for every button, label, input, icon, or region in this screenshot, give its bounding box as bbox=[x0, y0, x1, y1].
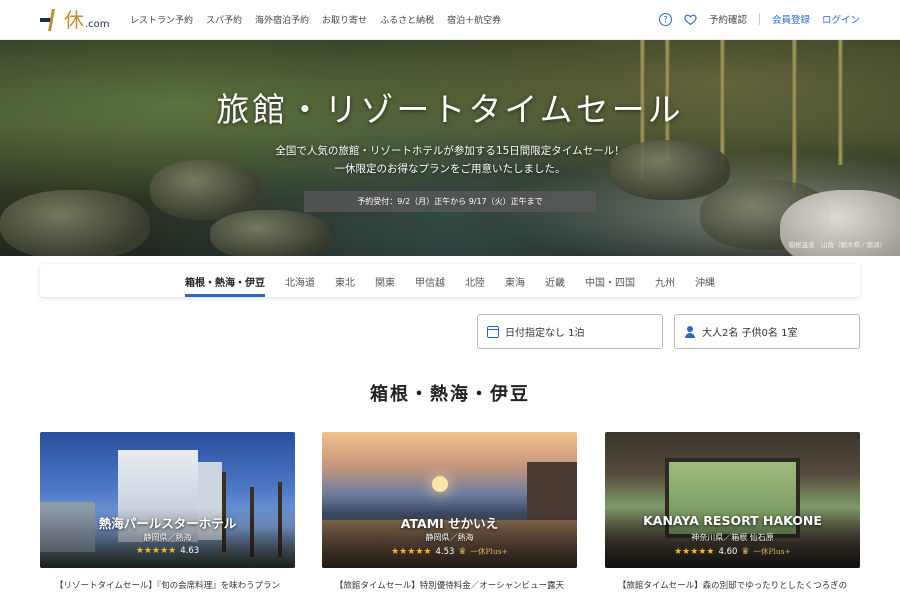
rating-stars: ★★★★★ bbox=[135, 546, 177, 556]
guest-selector-value: 大人2名 子供0名 1室 bbox=[702, 328, 798, 339]
nav-mail-order[interactable]: お取り寄せ bbox=[322, 13, 367, 26]
tab-kinki[interactable]: 近畿 bbox=[545, 264, 565, 297]
tab-tohoku[interactable]: 東北 bbox=[335, 264, 355, 297]
rating-value: 4.63 bbox=[180, 546, 200, 556]
nav-hotel-flight[interactable]: 宿泊＋航空券 bbox=[447, 13, 501, 26]
hero-banner: 旅館・リゾートタイムセール 全国で人気の旅館・リゾートホテルが参加する15日間限… bbox=[0, 40, 900, 256]
tab-kyushu[interactable]: 九州 bbox=[655, 264, 675, 297]
rating-value: 4.60 bbox=[718, 546, 738, 557]
rating-stars: ★★★★★ bbox=[674, 546, 715, 557]
rating-stars: ★★★★★ bbox=[391, 546, 432, 557]
hero-subtitle-line1: 全国で人気の旅館・リゾートホテルが参加する15日間限定タイムセール！ bbox=[275, 145, 625, 157]
header: 休 .com レストラン予約 スパ予約 海外宿泊予約 お取り寄せ ふるさと納税 … bbox=[0, 0, 900, 40]
tab-hakone-atami-izu[interactable]: 箱根・熱海・伊豆 bbox=[185, 264, 265, 297]
hotel-plan-desc: 【旅館タイムセール】森の別邸でゆったりとしたくつろぎの bbox=[617, 581, 848, 591]
login-link[interactable]: ログイン bbox=[822, 12, 860, 26]
hotel-plan-desc: 【旅館タイムセール】特別優待料金／オーシャンビュー露天 bbox=[334, 581, 565, 591]
tab-chugoku-shikoku[interactable]: 中国・四国 bbox=[585, 264, 635, 297]
ikyu-plus-badge: 一休Plus+ bbox=[470, 547, 508, 556]
date-selector[interactable]: 日付指定なし 1泊 bbox=[477, 314, 663, 349]
hotel-plan-desc: 【リゾートタイムセール】『旬の会席料理』を味わうプラン bbox=[55, 581, 280, 591]
logo-com: .com bbox=[85, 19, 110, 30]
hotel-card[interactable]: ATAMI せかいえ 静岡県／熱海 ★★★★★ 4.53 ♛ 一休Plus+ 【… bbox=[322, 432, 577, 600]
hero-period-banner: 予約受付：9/2（月）正午から 9/17（火）正午まで bbox=[304, 191, 596, 212]
hotel-rating: ★★★★★ 4.53 ♛ 一休Plus+ bbox=[322, 546, 577, 557]
help-icon[interactable]: ? bbox=[658, 12, 672, 26]
hotel-location: 神奈川県／箱根 仙石原 bbox=[691, 533, 774, 542]
hotel-name: ATAMI せかいえ bbox=[400, 516, 499, 531]
calendar-icon bbox=[487, 325, 499, 338]
tab-tokai[interactable]: 東海 bbox=[505, 264, 525, 297]
hero-subtitle-line2: 一休限定のお得なプランをご用意いたしました。 bbox=[334, 163, 566, 175]
register-link[interactable]: 会員登録 bbox=[772, 12, 810, 26]
hotel-name: 熱海パールスターホテル bbox=[98, 516, 237, 531]
guest-selector[interactable]: 大人2名 子供0名 1室 bbox=[674, 314, 860, 349]
hotel-location: 静岡県／熱海 bbox=[143, 533, 192, 542]
hero-title: 旅館・リゾートタイムセール bbox=[216, 90, 684, 129]
nav-furusato[interactable]: ふるさと納税 bbox=[380, 13, 434, 26]
hotel-rating: ★★★★★ 4.60 ♛ 一休Plus+ bbox=[605, 546, 860, 557]
crown-icon: ♛ bbox=[458, 546, 467, 557]
logo-mark-icon bbox=[40, 9, 62, 31]
date-selector-value: 日付指定なし 1泊 bbox=[505, 328, 585, 339]
nav-spa[interactable]: スパ予約 bbox=[206, 13, 242, 26]
region-tabs: 箱根・熱海・伊豆 北海道 東北 関東 甲信越 北陸 東海 近畿 中国・四国 九州… bbox=[40, 264, 860, 297]
heart-icon[interactable] bbox=[684, 13, 697, 26]
hotel-card[interactable]: KANAYA RESORT HAKONE 神奈川県／箱根 仙石原 ★★★★★ 4… bbox=[605, 432, 860, 600]
ikyu-plus-badge: 一休Plus+ bbox=[753, 547, 791, 556]
section-title: 箱根・熱海・伊豆 bbox=[370, 384, 530, 405]
hero-subtitle: 全国で人気の旅館・リゾートホテルが参加する15日間限定タイムセール！ 一休限定の… bbox=[0, 142, 900, 178]
header-right: ? 予約確認 会員登録 ログイン bbox=[658, 12, 860, 26]
tab-hokkaido[interactable]: 北海道 bbox=[285, 264, 315, 297]
hero-photo-credit: 箱根温泉 山角（栃木県／那須） bbox=[788, 241, 887, 249]
reservation-confirm-link[interactable]: 予約確認 bbox=[709, 12, 747, 26]
ikyu-logo[interactable]: 休 .com bbox=[40, 9, 110, 31]
rating-value: 4.53 bbox=[435, 546, 455, 557]
nav-overseas[interactable]: 海外宿泊予約 bbox=[255, 13, 309, 26]
tab-kanto[interactable]: 関東 bbox=[375, 264, 395, 297]
crown-icon: ♛ bbox=[741, 546, 750, 557]
hotel-location: 静岡県／熱海 bbox=[425, 533, 474, 542]
tab-koshinetsu[interactable]: 甲信越 bbox=[415, 264, 445, 297]
hotel-name: KANAYA RESORT HAKONE bbox=[643, 513, 822, 528]
tab-okinawa[interactable]: 沖縄 bbox=[695, 264, 715, 297]
person-icon bbox=[684, 325, 696, 338]
tab-hokuriku[interactable]: 北陸 bbox=[465, 264, 485, 297]
hotel-rating: ★★★★★ 4.63 bbox=[40, 546, 295, 556]
header-divider bbox=[758, 13, 760, 25]
top-nav: レストラン予約 スパ予約 海外宿泊予約 お取り寄せ ふるさと納税 宿泊＋航空券 bbox=[130, 13, 501, 26]
logo-kanji: 休 bbox=[64, 8, 84, 32]
hotel-card[interactable]: 熱海パールスターホテル 静岡県／熱海 ★★★★★ 4.63 【リゾートタイムセー… bbox=[40, 432, 295, 600]
nav-restaurant[interactable]: レストラン予約 bbox=[130, 13, 193, 26]
